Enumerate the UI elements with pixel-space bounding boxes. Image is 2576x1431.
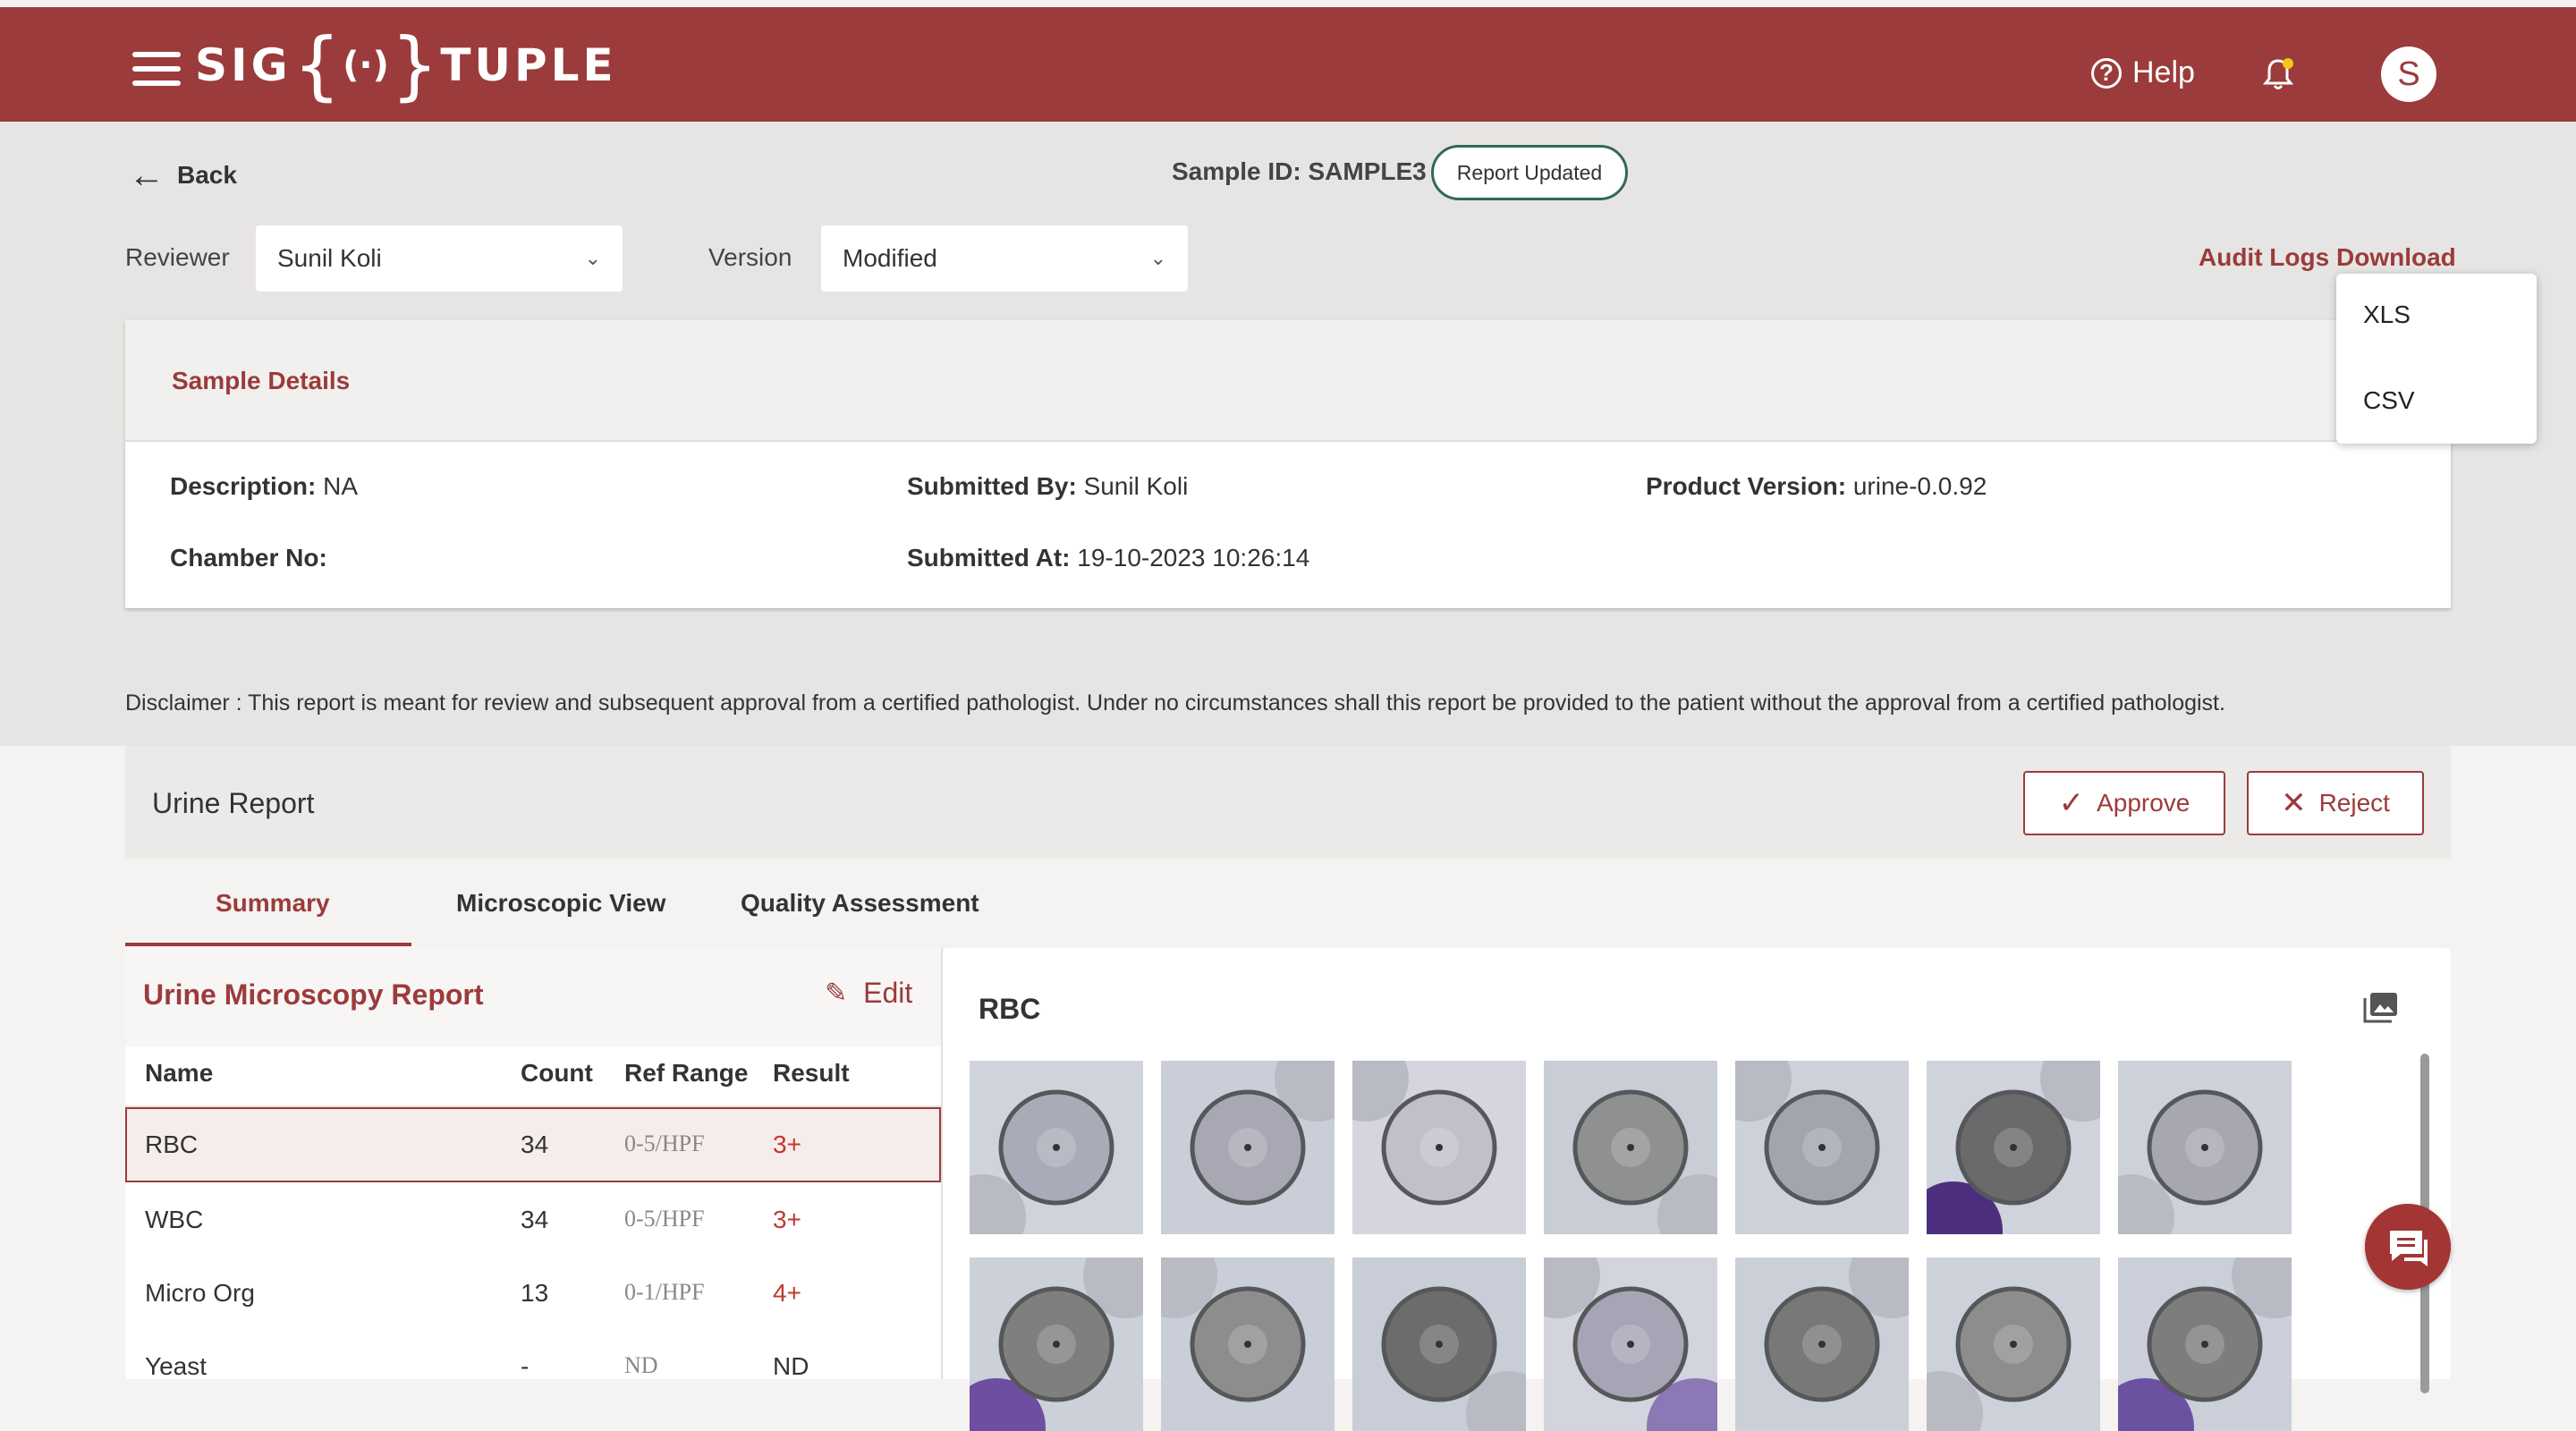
cell-thumbnail[interactable] xyxy=(970,1257,1143,1431)
download-menu: XLS CSV xyxy=(2336,274,2537,444)
cell-thumbnail[interactable] xyxy=(2118,1061,2292,1234)
reviewer-label: Reviewer xyxy=(125,243,230,271)
download-option-csv[interactable]: CSV xyxy=(2363,386,2415,415)
approve-button[interactable]: ✓ Approve xyxy=(2023,771,2225,835)
audit-logs-link[interactable]: Audit Logs xyxy=(2199,243,2329,272)
reviewer-value: Sunil Koli xyxy=(277,244,382,272)
tab-summary[interactable]: Summary xyxy=(216,889,330,918)
tab-quality-assessment[interactable]: Quality Assessment xyxy=(741,889,979,918)
status-badge: Report Updated xyxy=(1431,145,1628,200)
chevron-down-icon: ⌄ xyxy=(584,247,601,269)
row-count: - xyxy=(521,1352,530,1380)
checkmark-icon: ✓ xyxy=(2058,786,2085,820)
close-icon: ✕ xyxy=(2281,786,2307,820)
back-arrow-icon: ← xyxy=(129,156,165,195)
product-version-field: Product Version: urine-0.0.92 xyxy=(1646,472,1987,500)
cell-thumbnail[interactable] xyxy=(1161,1061,1335,1234)
download-link[interactable]: Download xyxy=(2336,243,2456,272)
row-name: WBC xyxy=(145,1206,204,1233)
microscopy-report-title: Urine Microscopy Report xyxy=(143,978,484,1011)
row-ref-range: ND xyxy=(624,1352,658,1378)
notification-bell-icon[interactable] xyxy=(2259,55,2297,93)
report-title: Urine Report xyxy=(152,787,315,819)
cell-thumbnail[interactable] xyxy=(1927,1061,2100,1234)
row-name: RBC xyxy=(145,1130,199,1158)
cell-thumbnail[interactable] xyxy=(1352,1061,1526,1234)
cell-thumbnail[interactable] xyxy=(1352,1257,1526,1431)
row-result: 3+ xyxy=(773,1130,801,1158)
cell-thumbnail[interactable] xyxy=(1735,1061,1909,1234)
top-navigation-bar: SIG {(·)} TUPLE ? Help S xyxy=(0,7,2576,122)
help-label: Help xyxy=(2132,55,2195,89)
reject-button[interactable]: ✕ Reject xyxy=(2247,771,2424,835)
microscopy-panel-header: Urine Microscopy Report ✎ Edit xyxy=(125,948,941,1046)
row-ref-range: 0-5/HPF xyxy=(624,1206,705,1232)
cell-thumbnail[interactable] xyxy=(1161,1257,1335,1431)
row-result: ND xyxy=(773,1352,809,1380)
report-tabs: Summary Microscopic View Quality Assessm… xyxy=(125,859,2451,946)
table-row[interactable]: RBC 34 0-5/HPF 3+ xyxy=(125,1107,941,1182)
version-label: Version xyxy=(708,243,792,271)
column-header-result: Result xyxy=(773,1059,850,1087)
sample-details-header: Sample Details xyxy=(125,320,2451,442)
version-value: Modified xyxy=(843,244,937,272)
submitted-at-field: Submitted At: 19-10-2023 10:26:14 xyxy=(907,544,1310,572)
user-avatar[interactable]: S xyxy=(2381,47,2436,102)
description-field: Description: NA xyxy=(170,472,359,500)
sample-details-title: Sample Details xyxy=(172,367,351,394)
gallery-icon[interactable] xyxy=(2363,991,2399,1023)
sample-details-card: Sample Details Description: NA Submitted… xyxy=(125,320,2451,608)
back-label: Back xyxy=(177,161,237,189)
row-count: 34 xyxy=(521,1206,549,1233)
logo-text-right: TUPLE xyxy=(440,39,617,91)
active-tab-indicator xyxy=(125,943,411,946)
row-result: 4+ xyxy=(773,1279,801,1307)
logo-text-left: SIG xyxy=(195,39,292,91)
submitted-by-field: Submitted By: Sunil Koli xyxy=(907,472,1189,500)
column-header-name: Name xyxy=(145,1059,214,1087)
cell-gallery-panel: RBC xyxy=(943,948,2451,1431)
download-option-xls[interactable]: XLS xyxy=(2363,301,2411,329)
row-count: 34 xyxy=(521,1130,549,1158)
row-result: 3+ xyxy=(773,1206,801,1233)
column-header-count: Count xyxy=(521,1059,593,1087)
gallery-title: RBC xyxy=(979,993,1041,1025)
cell-thumbnail[interactable] xyxy=(1544,1061,1717,1234)
report-header: Urine Report ✓ Approve ✕ Reject xyxy=(125,746,2451,859)
edit-button[interactable]: ✎ Edit xyxy=(825,977,912,1010)
reviewer-select[interactable]: Sunil Koli ⌄ xyxy=(256,225,623,292)
cell-thumbnail[interactable] xyxy=(970,1061,1143,1234)
row-ref-range: 0-5/HPF xyxy=(624,1130,705,1156)
row-name: Micro Org xyxy=(145,1279,255,1307)
chevron-down-icon: ⌄ xyxy=(1149,247,1166,269)
cell-thumbnail[interactable] xyxy=(1544,1257,1717,1431)
version-select[interactable]: Modified ⌄ xyxy=(821,225,1188,292)
chat-icon[interactable] xyxy=(2365,1204,2451,1290)
table-row[interactable]: Micro Org 13 0-1/HPF 4+ xyxy=(125,1256,941,1331)
help-button[interactable]: ? Help xyxy=(2091,55,2195,90)
sigtuple-logo[interactable]: SIG {(·)} TUPLE xyxy=(195,27,617,104)
table-row[interactable]: WBC 34 0-5/HPF 3+ xyxy=(125,1182,941,1257)
row-name: Yeast xyxy=(145,1352,208,1380)
column-header-ref-range: Ref Range xyxy=(624,1059,749,1087)
cell-thumbnail[interactable] xyxy=(1927,1257,2100,1431)
microscopy-report-panel: Urine Microscopy Report ✎ Edit Name Coun… xyxy=(125,948,943,1380)
row-ref-range: 0-1/HPF xyxy=(624,1279,705,1305)
tab-microscopic-view[interactable]: Microscopic View xyxy=(456,889,665,918)
back-button[interactable]: ← Back xyxy=(129,157,237,193)
row-count: 13 xyxy=(521,1279,549,1307)
chamber-no-field: Chamber No: xyxy=(170,544,327,572)
menu-icon[interactable] xyxy=(132,52,181,88)
disclaimer-text: Disclaimer : This report is meant for re… xyxy=(125,690,2225,716)
pencil-icon: ✎ xyxy=(825,978,848,1008)
table-row[interactable]: Yeast - ND ND xyxy=(125,1329,941,1404)
cell-thumbnail[interactable] xyxy=(2118,1257,2292,1431)
help-icon: ? xyxy=(2091,57,2122,89)
sample-id: Sample ID: SAMPLE3 xyxy=(1172,157,1427,185)
cell-thumbnail[interactable] xyxy=(1735,1257,1909,1431)
